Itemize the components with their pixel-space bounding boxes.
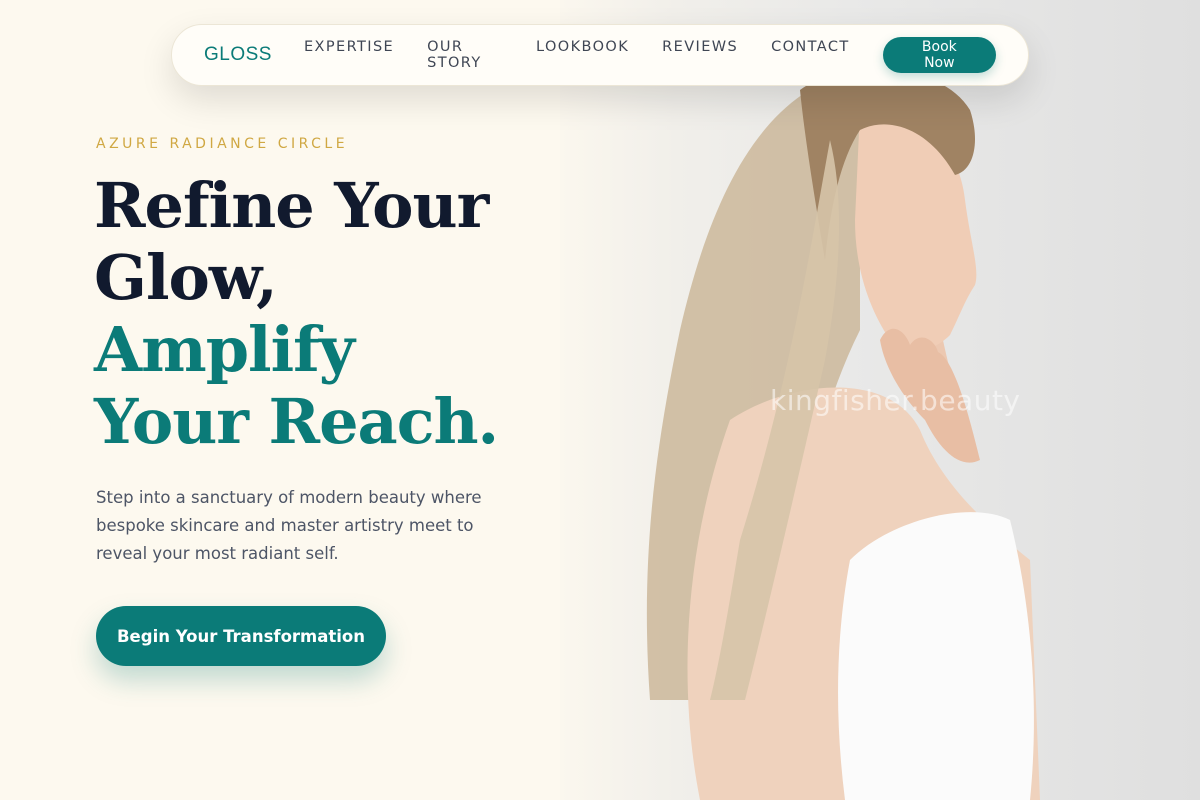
hero-description: Step into a sanctuary of modern beauty w… [96,488,482,563]
watermark-text: kingfisher.beauty [770,384,1021,417]
nav-link-reviews[interactable]: REVIEWS [662,39,738,71]
nav-link-our-story[interactable]: OUR STORY [427,39,503,71]
nav-link-lookbook[interactable]: LOOKBOOK [536,39,629,71]
headline-line-1: Refine Your [94,169,489,242]
nav-link-expertise[interactable]: EXPERTISE [304,39,394,71]
top-navigation: GLOSS EXPERTISE OUR STORY LOOKBOOK REVIE… [171,24,1029,86]
nav-links: EXPERTISE OUR STORY LOOKBOOK REVIEWS CON… [304,39,883,71]
nav-link-contact[interactable]: CONTACT [771,39,850,71]
book-now-button[interactable]: Book Now [882,37,996,73]
begin-transformation-button[interactable]: Begin Your Transformation [96,606,386,666]
brand-logo[interactable]: GLOSS [204,44,272,66]
headline-line-2: Glow, [94,241,278,314]
hero-photo: kingfisher.beauty [560,0,1200,800]
headline-line-3: Amplify [94,313,355,386]
headline-line-4: Your Reach. [94,385,499,458]
hero-eyebrow: AZURE RADIANCE CIRCLE [96,136,349,152]
hero-headline: Refine Your Glow, Amplify Your Reach. [94,170,554,458]
